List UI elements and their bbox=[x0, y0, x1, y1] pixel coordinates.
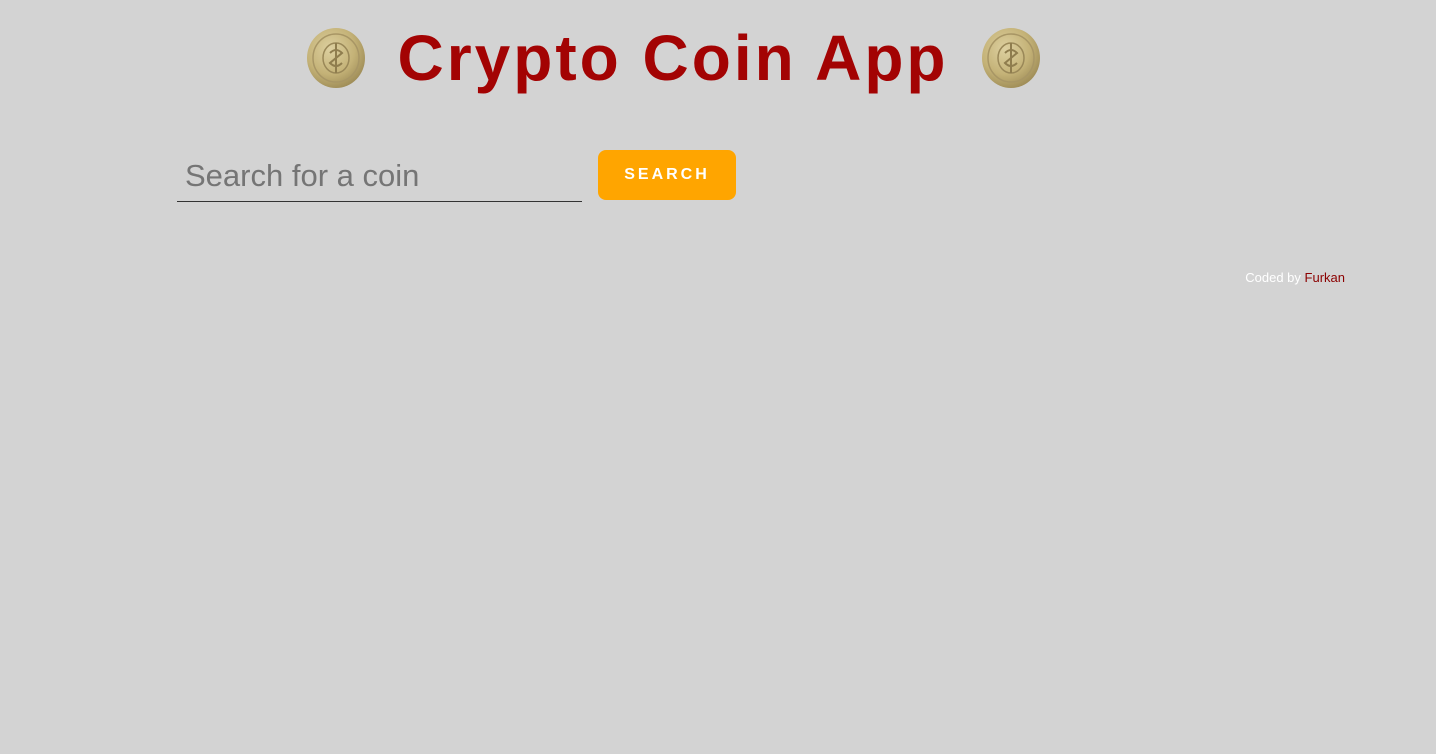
search-button[interactable]: SEARCH bbox=[598, 150, 736, 200]
app-page: Crypto Coin App SEARCH Coded by Furkan bbox=[0, 0, 1436, 754]
footer-credit: Coded by Furkan bbox=[1245, 270, 1345, 285]
search-form: SEARCH bbox=[177, 150, 736, 202]
coin-icon bbox=[981, 28, 1040, 88]
app-header: Crypto Coin App bbox=[0, 20, 1436, 96]
page-title: Crypto Coin App bbox=[397, 22, 949, 94]
author-link[interactable]: Furkan bbox=[1305, 270, 1345, 285]
coin-icon bbox=[306, 28, 365, 88]
search-input[interactable] bbox=[177, 150, 582, 202]
footer-prefix: Coded by bbox=[1245, 270, 1301, 285]
